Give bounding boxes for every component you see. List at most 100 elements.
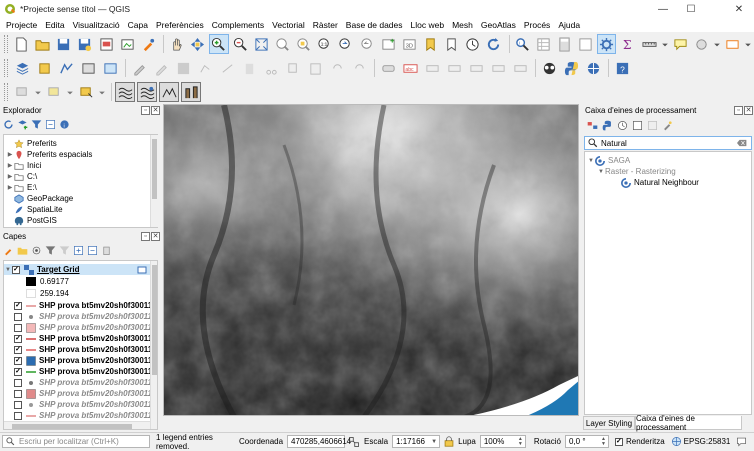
zoom-native-icon[interactable]: 1:1 [315, 34, 334, 54]
layer-item[interactable]: ✓ SHP prova bt5mv20sh0f30011 [6, 366, 152, 377]
menu-item-8[interactable]: Base de dades [342, 20, 407, 30]
coordinate-field[interactable]: 470285,4606614 [287, 435, 351, 448]
browser-item-geopackage[interactable]: GeoPackage [6, 193, 73, 204]
history-icon[interactable] [617, 120, 628, 131]
layer-checkbox[interactable] [14, 312, 22, 321]
add-selected-layers-icon[interactable] [17, 119, 28, 130]
menu-item-1[interactable]: Edita [41, 20, 68, 30]
style-manager-icon[interactable] [139, 34, 158, 54]
menu-item-2[interactable]: Visualització [69, 20, 124, 30]
zoom-full-icon[interactable] [252, 34, 271, 54]
terrain-hillshade-icon[interactable] [115, 82, 135, 102]
layer-checkbox[interactable] [14, 323, 22, 332]
expand-arrow-icon[interactable]: ▶ [6, 184, 14, 191]
filter-icon[interactable] [31, 119, 42, 130]
layer-target-grid[interactable]: ▼ ✓ Target Grid [4, 264, 150, 275]
browser-item-c[interactable]: ▶ C:\ [6, 171, 38, 182]
toggle-extents-icon[interactable] [348, 436, 360, 448]
toolbar-grip[interactable] [4, 35, 8, 53]
close-button[interactable]: ✕ [726, 0, 752, 18]
vertex-tool-icon[interactable] [217, 58, 237, 78]
zoom-out-icon[interactable] [231, 34, 250, 54]
add-feature-icon[interactable] [195, 58, 215, 78]
add-group-icon[interactable] [17, 245, 28, 256]
measure-line-icon[interactable] [640, 34, 659, 54]
refresh-icon[interactable] [484, 34, 503, 54]
tree-subgroup-rasterizing[interactable]: ▼ Raster - Rasterizing [597, 166, 676, 177]
tree-group-saga[interactable]: ▼ SAGA [587, 155, 630, 166]
filter-legend-icon[interactable] [45, 245, 56, 256]
manage-themes-icon[interactable] [31, 245, 42, 256]
label-toolbar-icon[interactable] [378, 58, 398, 78]
refresh-icon[interactable] [3, 119, 14, 130]
layer-item[interactable]: ✓ SHP prova bt5mv20sh0f30011 [6, 300, 152, 311]
magnifier-spinner-icon[interactable]: ▲ ▼ [518, 436, 523, 447]
browser-item-preferits[interactable]: Preferits [6, 138, 57, 149]
toolbar-grip[interactable] [4, 59, 8, 77]
open-project-icon[interactable] [33, 34, 52, 54]
layer-checkbox[interactable]: ✓ [14, 356, 22, 365]
browser-item-preferits-espacials[interactable]: ▶ Preferits espacials [6, 149, 93, 160]
collapse-arrow-icon[interactable]: ▼ [597, 169, 605, 175]
scale-dropdown-icon[interactable]: ▼ [431, 439, 437, 445]
scripts-icon[interactable] [602, 120, 613, 131]
layer-checkbox[interactable] [14, 378, 22, 387]
models-icon[interactable] [587, 120, 598, 131]
lock-scale-icon[interactable] [444, 436, 454, 447]
terrain-analysis-icon[interactable] [181, 82, 201, 102]
close-panel-icon[interactable]: ✕ [151, 232, 160, 241]
save-project-icon[interactable] [54, 34, 73, 54]
menu-item-11[interactable]: GeoAtlas [477, 20, 520, 30]
info-icon[interactable]: i [59, 119, 70, 130]
data-source-manager-icon[interactable] [12, 58, 32, 78]
open-styling-icon[interactable] [3, 245, 14, 256]
browser-item-inici[interactable]: ▶ Inici [6, 160, 42, 171]
terrain-profile-icon[interactable] [159, 82, 179, 102]
filter-by-expression-icon[interactable] [59, 245, 70, 256]
rotate-label-icon[interactable] [488, 58, 508, 78]
move-label-icon[interactable] [466, 58, 486, 78]
processing-search-input[interactable]: Natural [584, 136, 752, 150]
collapse-all-icon[interactable] [87, 245, 98, 256]
clear-search-icon[interactable] [737, 139, 747, 147]
menu-item-4[interactable]: Preferències [152, 20, 208, 30]
browser-item-e[interactable]: ▶ E:\ [6, 182, 37, 193]
annotation-icon[interactable] [692, 34, 711, 54]
select-by-expression-icon[interactable] [44, 82, 64, 102]
show-bookmarks-icon[interactable] [442, 34, 461, 54]
tab-processing-toolbox[interactable]: Caixa d'eines de processament [635, 414, 742, 432]
menu-item-13[interactable]: Ajuda [554, 20, 584, 30]
layer-checkbox[interactable]: ✓ [14, 301, 22, 310]
menu-item-12[interactable]: Procés [520, 20, 554, 30]
expand-arrow-icon[interactable]: ▶ [6, 162, 14, 169]
map-tips-icon[interactable] [671, 34, 690, 54]
expand-arrow-icon[interactable]: ▶ [6, 173, 14, 180]
layer-item[interactable]: SHP prova bt5mv20sh0f30011 [6, 410, 152, 421]
layer-item[interactable]: SHP prova bt5mv20sh0f30011 [6, 399, 152, 410]
crs-globe-icon[interactable] [671, 436, 682, 447]
new-project-icon[interactable] [12, 34, 31, 54]
layer-checkbox[interactable]: ✓ [14, 334, 22, 343]
layer-item[interactable]: SHP prova bt5mv20sh0f30011 [6, 388, 152, 399]
remove-layer-icon[interactable] [101, 245, 112, 256]
layer-indicator-icon[interactable] [137, 266, 147, 274]
new-geopackage-layer-icon[interactable] [34, 58, 54, 78]
undo-icon[interactable] [327, 58, 347, 78]
spatial-bookmark-icon[interactable] [421, 34, 440, 54]
layer-item[interactable]: SHP prova bt5mv20sh0f30011 [6, 322, 152, 333]
float-panel-icon[interactable]: ▫ [141, 232, 150, 241]
layer-checkbox[interactable]: ✓ [14, 367, 22, 376]
label-abc-icon[interactable]: abc [400, 58, 420, 78]
pan-icon[interactable] [167, 34, 186, 54]
pin-labels-icon[interactable] [422, 58, 442, 78]
temporal-controller-icon[interactable] [463, 34, 482, 54]
locator-search-input[interactable]: Escriu per localitzar (Ctrl+K) [2, 435, 150, 448]
plugin-road-icon[interactable] [539, 58, 559, 78]
rotation-spinner-icon[interactable]: ▲ ▼ [601, 436, 606, 447]
collapse-arrow-icon[interactable]: ▼ [587, 158, 595, 164]
select-features-icon[interactable] [12, 82, 32, 102]
layer-checkbox[interactable] [14, 400, 22, 409]
scale-field[interactable]: 1:17166 ▼ [392, 435, 441, 448]
menu-item-7[interactable]: Ràster [309, 20, 342, 30]
zoom-next-icon[interactable] [357, 34, 376, 54]
